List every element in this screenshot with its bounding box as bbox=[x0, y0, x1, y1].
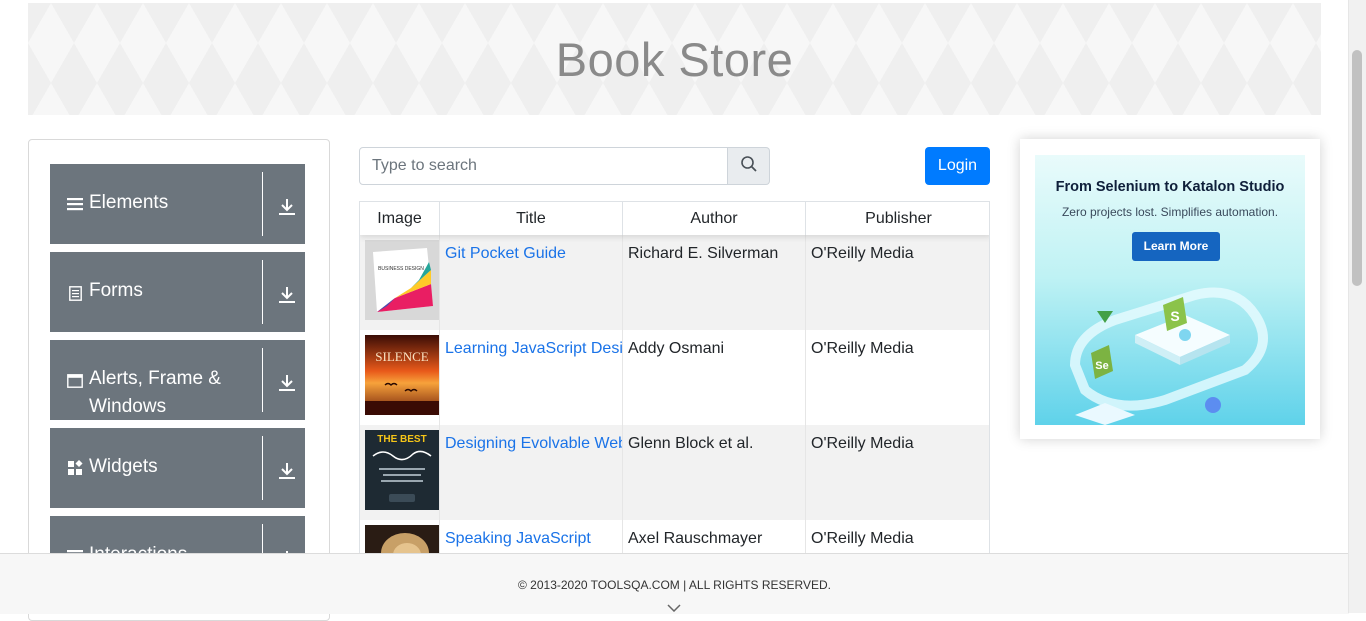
books-table: Image Title Author Publisher BUSINESS DE… bbox=[359, 201, 990, 561]
column-header-title[interactable]: Title bbox=[440, 202, 623, 235]
widgets-icon bbox=[67, 460, 83, 476]
title-cell: Git Pocket Guide bbox=[440, 235, 623, 330]
divider bbox=[262, 172, 263, 236]
sidebar-group-widgets[interactable]: Widgets bbox=[50, 428, 305, 508]
book-title-link[interactable]: Learning JavaScript Design Patterns bbox=[445, 340, 622, 357]
title-cell: Designing Evolvable Web APIs with ASP.NE… bbox=[440, 425, 623, 520]
image-cell: BUSINESS DESIGN bbox=[360, 235, 440, 330]
book-title-link[interactable]: Designing Evolvable Web APIs with ASP.NE… bbox=[445, 435, 622, 452]
publisher-cell: O'Reilly Media bbox=[811, 340, 914, 357]
svg-text:S: S bbox=[1170, 308, 1179, 324]
book-cover-image: SILENCE bbox=[365, 335, 439, 415]
table-row: BUSINESS DESIGN Git Pocket Guide Richard… bbox=[360, 235, 989, 330]
image-cell: THE BEST bbox=[360, 425, 440, 520]
author-cell: Richard E. Silverman bbox=[623, 235, 806, 330]
sidebar-group-label: Forms bbox=[89, 280, 143, 301]
sidebar-group-elements[interactable]: Elements bbox=[50, 164, 305, 244]
divider bbox=[262, 436, 263, 500]
ad-subtitle: Zero projects lost. Simplifies automatio… bbox=[1061, 205, 1279, 219]
table-header: Image Title Author Publisher bbox=[360, 202, 989, 235]
table-row: SILENCE Learning JavaScript Design Patte… bbox=[360, 330, 989, 425]
title-cell: Learning JavaScript Design Patterns bbox=[440, 330, 623, 425]
ad-banner[interactable]: From Selenium to Katalon Studio Zero pro… bbox=[1035, 155, 1305, 425]
sidebar-group-label: Alerts, Frame & Windows bbox=[89, 368, 221, 417]
publisher-cell: O'Reilly Media bbox=[811, 435, 914, 452]
learn-more-button[interactable]: Learn More bbox=[1132, 232, 1220, 261]
publisher-cell: O'Reilly Media bbox=[811, 245, 914, 262]
download-icon bbox=[278, 285, 296, 305]
window-icon bbox=[67, 373, 83, 389]
column-header-author[interactable]: Author bbox=[623, 202, 806, 235]
ad-illustration: S Se bbox=[1069, 287, 1268, 425]
cover-text: THE BEST bbox=[377, 434, 426, 445]
sidebar-group-alerts-frame-windows[interactable]: Alerts, Frame & Windows bbox=[50, 340, 305, 420]
sidebar-group-label: Elements bbox=[89, 192, 169, 213]
cover-text: SILENCE bbox=[375, 349, 429, 364]
book-cover-image: THE BEST bbox=[365, 430, 439, 510]
sidebar-group-label: Widgets bbox=[89, 456, 158, 477]
svg-text:Se: Se bbox=[1095, 360, 1108, 372]
sidebar-group-forms[interactable]: Forms bbox=[50, 252, 305, 332]
chevron-down-icon[interactable] bbox=[667, 599, 681, 617]
search-button[interactable] bbox=[728, 147, 770, 185]
author-cell: Addy Osmani bbox=[623, 330, 806, 425]
advertisement[interactable]: From Selenium to Katalon Studio Zero pro… bbox=[1020, 139, 1320, 439]
divider bbox=[262, 348, 263, 412]
sidebar: Elements Forms Alerts, Frame & Windows W… bbox=[28, 139, 330, 621]
page-scrollbar[interactable] bbox=[1348, 0, 1366, 613]
search-bar bbox=[359, 147, 770, 185]
download-icon bbox=[278, 461, 296, 481]
book-title-link[interactable]: Speaking JavaScript bbox=[445, 530, 591, 547]
book-cover-image: BUSINESS DESIGN bbox=[365, 240, 439, 320]
download-icon bbox=[278, 373, 296, 393]
document-icon bbox=[67, 285, 83, 301]
column-header-publisher[interactable]: Publisher bbox=[806, 202, 989, 235]
divider bbox=[262, 260, 263, 324]
author-cell: Glenn Block et al. bbox=[623, 425, 806, 520]
scrollbar-thumb[interactable] bbox=[1352, 50, 1362, 286]
page-title: Book Store bbox=[555, 32, 794, 86]
table-row: THE BEST Designing Evolvable Web APIs wi… bbox=[360, 425, 989, 520]
footer: © 2013-2020 TOOLSQA.COM | ALL RIGHTS RES… bbox=[0, 553, 1349, 614]
bars-icon bbox=[67, 196, 83, 212]
search-input[interactable] bbox=[359, 147, 728, 185]
copyright-text: © 2013-2020 TOOLSQA.COM | ALL RIGHTS RES… bbox=[518, 578, 831, 592]
column-header-image[interactable]: Image bbox=[360, 202, 440, 235]
cover-text: BUSINESS DESIGN bbox=[378, 266, 424, 272]
page-banner: Book Store bbox=[28, 3, 1321, 115]
download-icon bbox=[278, 197, 296, 217]
search-icon bbox=[740, 155, 758, 178]
book-title-link[interactable]: Git Pocket Guide bbox=[445, 245, 566, 262]
login-button[interactable]: Login bbox=[925, 147, 990, 185]
ad-title: From Selenium to Katalon Studio bbox=[1055, 179, 1285, 195]
image-cell: SILENCE bbox=[360, 330, 440, 425]
